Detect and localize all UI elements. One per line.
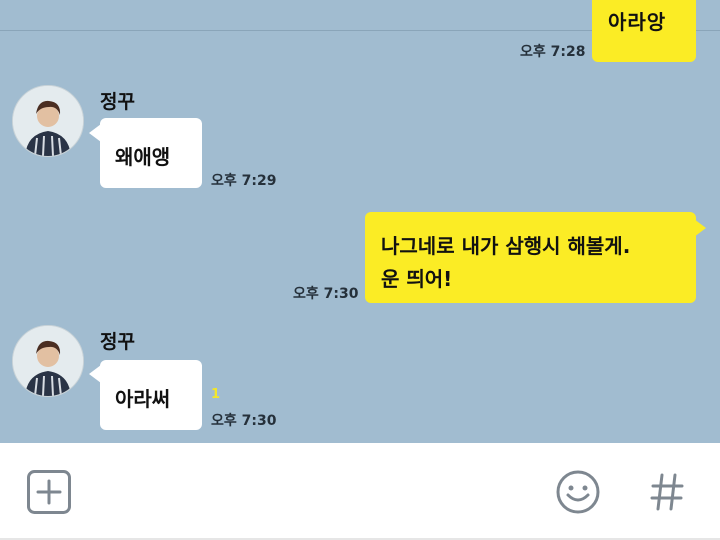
message-text: 아라써 (115, 387, 171, 411)
message-time: 오후 7:28 (520, 44, 586, 60)
plus-box-icon[interactable] (27, 470, 71, 518)
profile-photo (13, 326, 83, 396)
message-text: 아라앙 (608, 10, 667, 34)
sender-name: 정꾸 (100, 331, 135, 353)
sender-name: 정꾸 (100, 91, 135, 113)
incoming-message-bubble[interactable]: 왜애앵 (100, 118, 202, 188)
message-text-line-1: 나그네로 내가 삼행시 해볼게. (381, 234, 631, 258)
outgoing-message-bubble[interactable]: 아라앙 (592, 0, 696, 62)
avatar[interactable] (12, 325, 84, 397)
unread-count: 1 (211, 387, 221, 402)
message-input-bar (0, 443, 720, 540)
outgoing-message-bubble[interactable]: 나그네로 내가 삼행시 해볼게. 운 띄어! (365, 212, 696, 303)
hash-icon[interactable] (648, 469, 686, 519)
chat-area: 아라앙 오후 7:28 정꾸 왜애앵 오후 7:29 나그네로 내가 삼행시 해… (0, 0, 720, 443)
message-time: 오후 7:30 (293, 286, 359, 302)
message-text: 왜애앵 (115, 145, 171, 169)
message-time: 오후 7:30 (211, 413, 277, 429)
avatar[interactable] (12, 85, 84, 157)
incoming-message-bubble[interactable]: 아라써 (100, 360, 202, 430)
emoji-icon[interactable] (555, 469, 601, 519)
profile-photo (13, 86, 83, 156)
message-time: 오후 7:29 (211, 173, 277, 189)
message-text-line-2: 운 띄어! (381, 267, 453, 291)
